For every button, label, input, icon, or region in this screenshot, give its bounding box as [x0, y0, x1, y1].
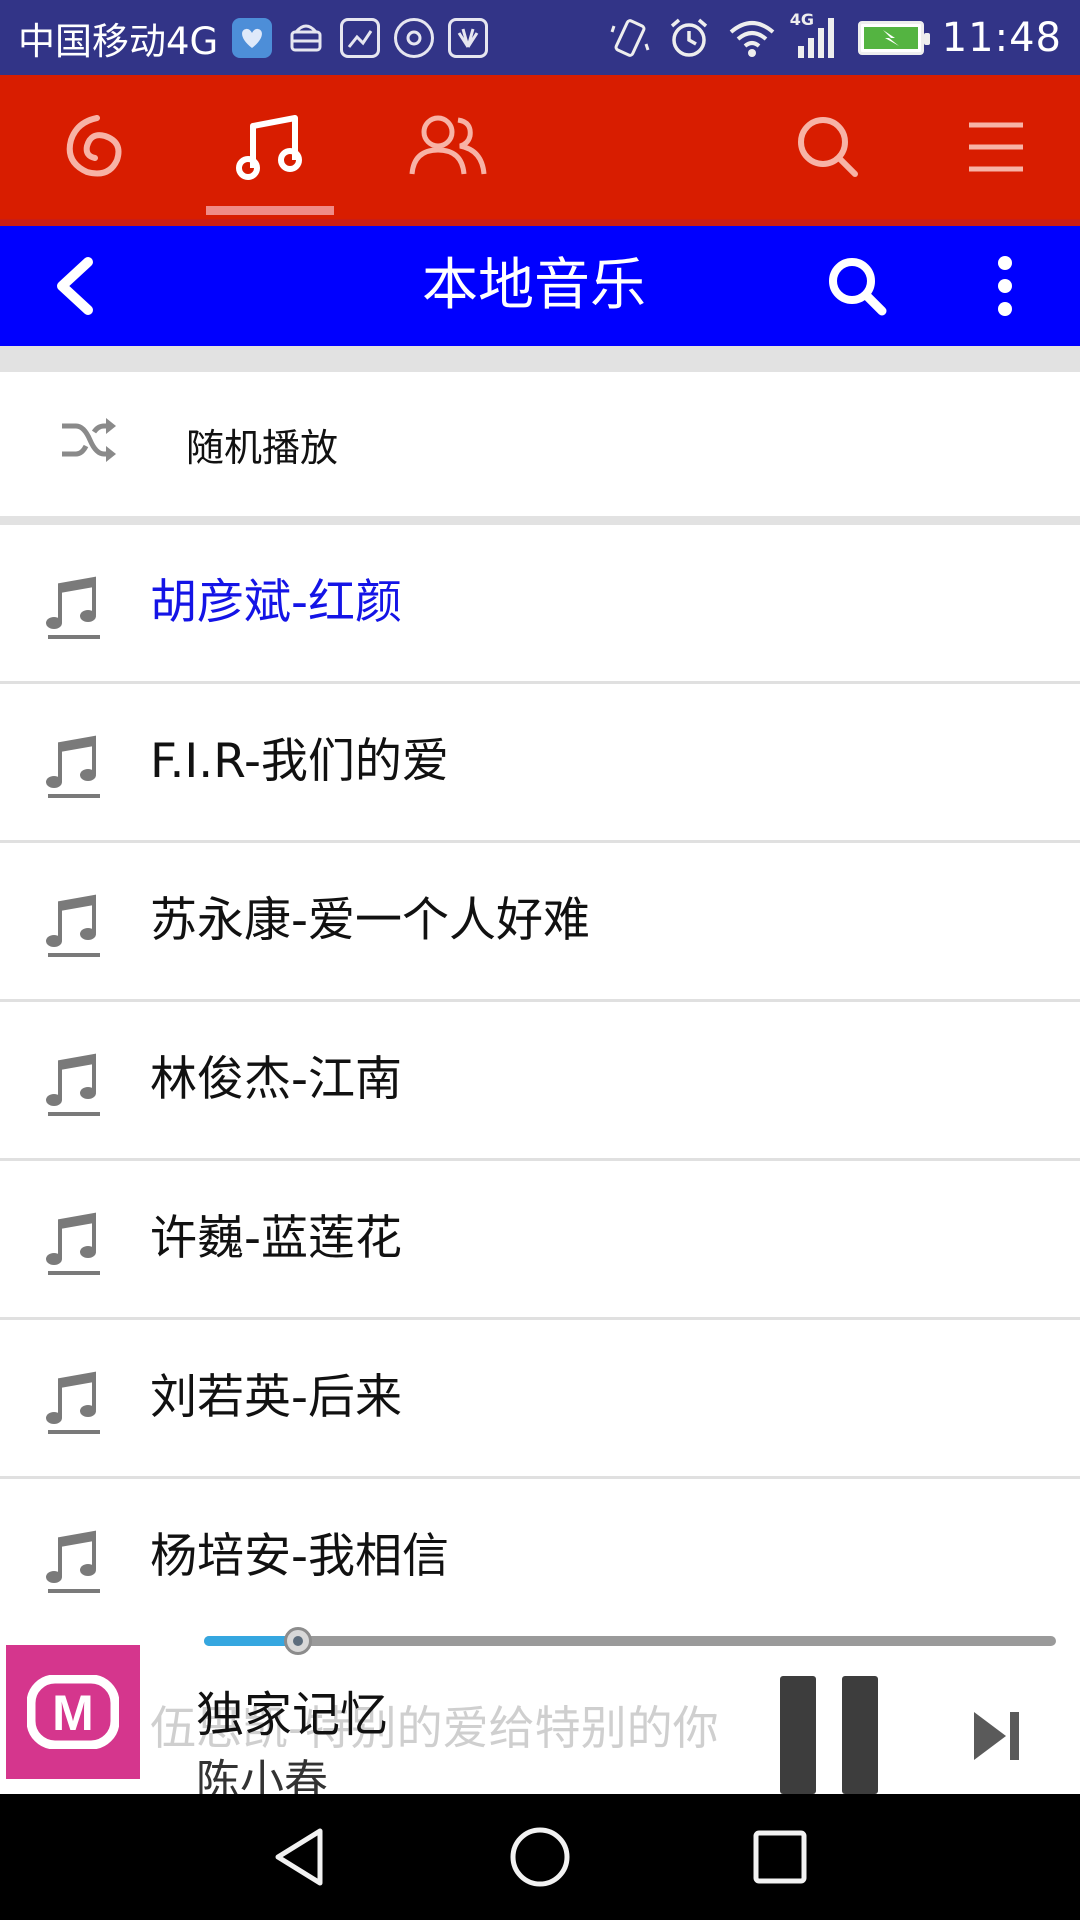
home-circle-icon [510, 1827, 570, 1887]
search-icon [798, 117, 858, 177]
tab-music[interactable] [206, 75, 334, 219]
song-name: 胡彦斌-红颜 [150, 575, 402, 630]
alarm-icon [670, 18, 707, 57]
music-note-icon [46, 1530, 100, 1593]
song-row-current[interactable]: 胡彦斌-红颜 [0, 525, 1080, 684]
app-header [0, 75, 1080, 219]
battery-charging-icon [857, 20, 930, 55]
vibrate-icon [610, 18, 650, 57]
music-note-icon [46, 894, 100, 957]
carrier-label: 中国移动4G [18, 19, 219, 63]
skip-next-icon [974, 1712, 1019, 1760]
progress-bar[interactable] [204, 1627, 1056, 1655]
song-name: 刘若英-后来 [150, 1370, 402, 1425]
menu-icon [969, 122, 1023, 172]
header-search-button[interactable] [764, 75, 892, 219]
music-note-icon [46, 1371, 100, 1434]
album-logo-letter: M [52, 1685, 94, 1741]
search-icon [829, 258, 887, 316]
tab-discover[interactable] [28, 75, 156, 219]
pause-button[interactable] [778, 1676, 886, 1794]
song-row[interactable]: 林俊杰-江南 [0, 1002, 1080, 1161]
pause-icon [780, 1676, 816, 1794]
music-note-icon [236, 115, 302, 180]
status-bar: 中国移动4G 4G 11:48 [0, 0, 1080, 75]
title-bar: 本地音乐 [0, 226, 1080, 346]
wifi-icon [729, 20, 775, 57]
recents-square-icon [753, 1830, 807, 1884]
progress-thumb[interactable] [283, 1627, 312, 1655]
health-icon [232, 17, 273, 58]
song-name: 许巍-蓝莲花 [150, 1211, 402, 1266]
music-note-icon [46, 1212, 100, 1275]
pause-icon [842, 1676, 878, 1794]
song-row[interactable]: 许巍-蓝莲花 [0, 1161, 1080, 1320]
system-nav-bar [0, 1794, 1080, 1920]
nav-home-button[interactable] [470, 1794, 610, 1920]
nav-back-button[interactable] [230, 1794, 370, 1920]
song-row[interactable]: 苏永康-爱一个人好难 [0, 843, 1080, 1002]
header-menu-button[interactable] [932, 75, 1060, 219]
app-icon [394, 17, 435, 58]
song-row[interactable]: 刘若英-后来 [0, 1320, 1080, 1479]
section-gap [0, 346, 1080, 372]
music-note-icon [46, 576, 100, 639]
song-name: 苏永康-爱一个人好难 [150, 893, 590, 948]
signal-icon: 4G [790, 10, 840, 60]
netease-logo-icon [66, 115, 122, 177]
music-note-icon [46, 735, 100, 798]
song-name: 杨培安-我相信 [150, 1529, 449, 1584]
shuffle-icon [62, 418, 116, 462]
more-vertical-icon [998, 256, 1012, 316]
shuffle-play-row[interactable]: 随机播放 [0, 372, 1080, 516]
music-note-icon [46, 1053, 100, 1116]
back-triangle-icon [275, 1828, 323, 1886]
title-search-button[interactable] [802, 226, 912, 346]
now-playing-title: 独家记忆 [196, 1687, 389, 1743]
song-name: 林俊杰-江南 [150, 1052, 402, 1107]
more-options-button[interactable] [950, 226, 1060, 346]
android-debug-icon [286, 18, 326, 58]
song-list: 胡彦斌-红颜 F.I.R-我们的爱 苏永康-爱一个人好难 林俊杰-江南 许巍-蓝… [0, 525, 1080, 1638]
nav-recents-button[interactable] [710, 1794, 850, 1920]
page-title: 本地音乐 [422, 253, 646, 318]
header-divider [0, 219, 1080, 226]
list-divider [0, 516, 1080, 525]
shuffle-label: 随机播放 [186, 425, 339, 470]
next-track-button[interactable] [968, 1706, 1028, 1766]
album-art[interactable]: M [6, 1645, 140, 1779]
album-logo-icon: M [27, 1675, 119, 1749]
song-name: F.I.R-我们的爱 [150, 734, 449, 789]
song-row[interactable]: F.I.R-我们的爱 [0, 684, 1080, 843]
friends-icon [409, 115, 487, 175]
huawei-icon [448, 17, 489, 58]
image-icon [340, 17, 381, 58]
song-row[interactable]: 杨培安-我相信 [0, 1479, 1080, 1638]
tab-friends[interactable] [384, 75, 512, 219]
status-time: 11:48 [941, 14, 1062, 61]
